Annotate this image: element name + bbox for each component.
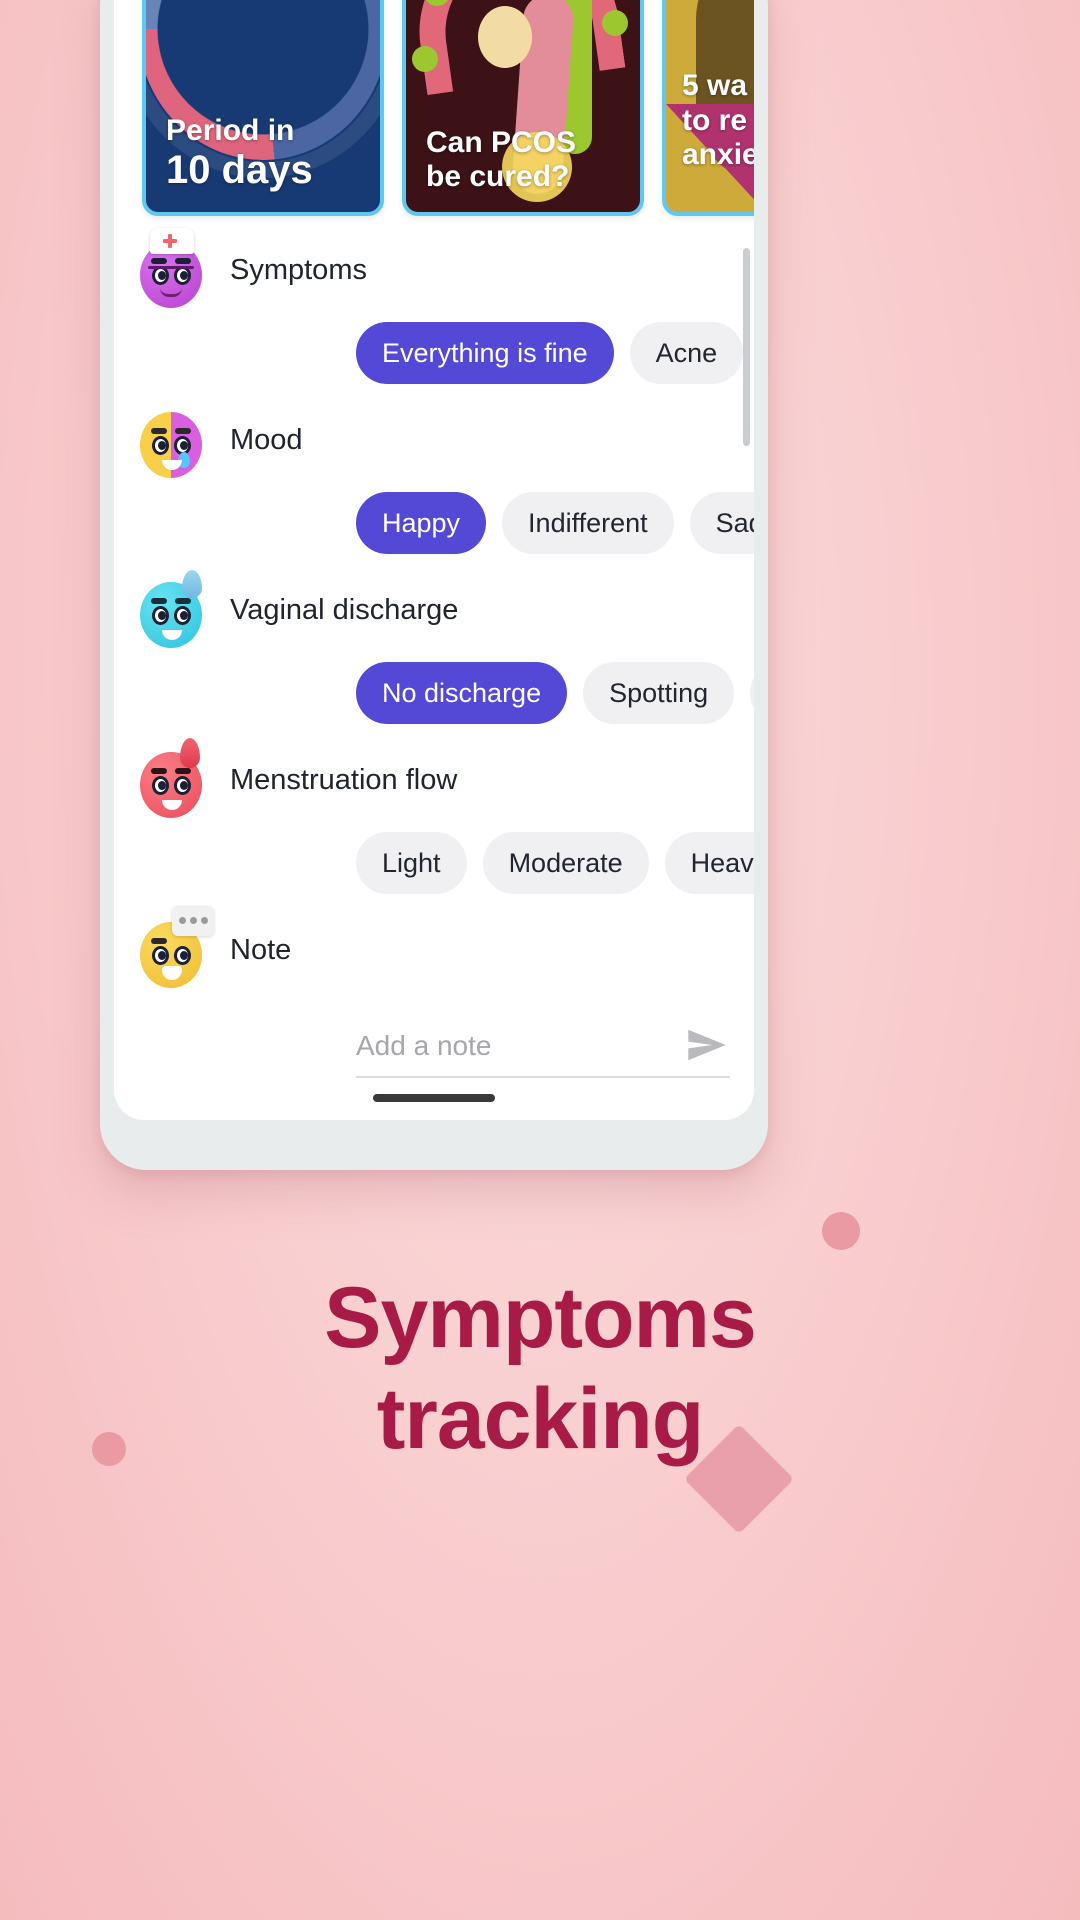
red-blood-drop-face-emoji [118, 732, 222, 836]
tracker-section-note: Note Add a note [114, 898, 754, 1078]
tracker-section-vaginal-discharge: Vaginal discharge No discharge Spotting … [114, 558, 754, 728]
chip-group-symptoms: Everything is fine Acne Headache [114, 322, 754, 388]
section-header: Symptoms [114, 218, 754, 326]
article-card-title: 5 wa to re anxie [682, 69, 754, 172]
article-card-title: Period in 10 days [166, 114, 368, 194]
phone-mockup: Period in 10 days Can PCOS be cured? 5 w… [100, 0, 768, 1170]
chip-acne[interactable]: Acne [629, 322, 744, 384]
article-card-anxiety[interactable]: 5 wa to re anxie [662, 0, 754, 216]
home-indicator [373, 1094, 495, 1102]
pcos-card-line1: Can PCOS [426, 125, 577, 159]
section-label: Menstruation flow [230, 763, 458, 796]
send-icon[interactable] [684, 1028, 730, 1062]
chip-heavy[interactable]: Heavy [664, 832, 754, 894]
section-header: Mood [114, 388, 754, 496]
period-card-days: 10 days [166, 148, 313, 193]
chip-everything-is-fine[interactable]: Everything is fine [356, 322, 614, 384]
chip-sad[interactable]: Sad [689, 492, 754, 554]
headline-line-2: tracking [376, 1371, 705, 1468]
chip-indifferent[interactable]: Indifferent [502, 492, 674, 554]
chip-group-menstruation-flow: Light Moderate Heavy [114, 832, 754, 898]
headline-line-1: Symptoms [324, 1270, 757, 1366]
anxiety-card-line3: anxie [682, 137, 754, 171]
chip-group-mood: Happy Indifferent Sad Angry [114, 492, 754, 558]
chip-moderate[interactable]: Moderate [482, 832, 649, 894]
half-happy-half-sad-face-emoji [118, 392, 222, 496]
sweating-blue-face-emoji [118, 562, 222, 666]
chip-light[interactable]: Light [356, 832, 467, 894]
section-header: Note [114, 898, 754, 1006]
section-label: Note [230, 933, 292, 966]
tracker-section-mood: Mood Happy Indifferent Sad Angry [114, 388, 754, 558]
note-input-placeholder[interactable]: Add a note [356, 1030, 684, 1062]
decorative-circle-right [822, 1212, 860, 1250]
article-cards-carousel[interactable]: Period in 10 days Can PCOS be cured? 5 w… [114, 0, 754, 216]
anxiety-card-line1: 5 wa [682, 69, 748, 103]
nurse-face-emoji [118, 222, 222, 326]
chip-no-discharge[interactable]: No discharge [356, 662, 568, 724]
symptom-tracker-list: Symptoms Everything is fine Acne Headach… [114, 218, 754, 1078]
anxiety-card-line2: to re [682, 103, 748, 137]
app-screen: Period in 10 days Can PCOS be cured? 5 w… [114, 0, 754, 1120]
promo-headline: Symptoms tracking [0, 1268, 1080, 1471]
chip-group-vaginal-discharge: No discharge Spotting Sticky [114, 662, 754, 728]
tracker-section-symptoms: Symptoms Everything is fine Acne Headach… [114, 218, 754, 388]
section-header: Vaginal discharge [114, 558, 754, 666]
chip-sticky[interactable]: Sticky [750, 662, 754, 724]
chip-spotting[interactable]: Spotting [583, 662, 735, 724]
section-label: Vaginal discharge [230, 593, 459, 626]
article-card-period[interactable]: Period in 10 days [142, 0, 384, 216]
note-input-row[interactable]: Add a note [356, 1002, 730, 1078]
chip-happy[interactable]: Happy [356, 492, 487, 554]
speech-bubble-face-emoji [118, 902, 222, 1006]
article-card-title: Can PCOS be cured? [426, 126, 628, 194]
tracker-section-menstruation-flow: Menstruation flow Light Moderate Heavy [114, 728, 754, 898]
period-card-subtitle: Period in [166, 114, 295, 148]
section-header: Menstruation flow [114, 728, 754, 836]
article-card-pcos[interactable]: Can PCOS be cured? [402, 0, 644, 216]
section-label: Symptoms [230, 253, 367, 286]
pcos-card-line2: be cured? [426, 159, 570, 193]
section-label: Mood [230, 423, 303, 456]
